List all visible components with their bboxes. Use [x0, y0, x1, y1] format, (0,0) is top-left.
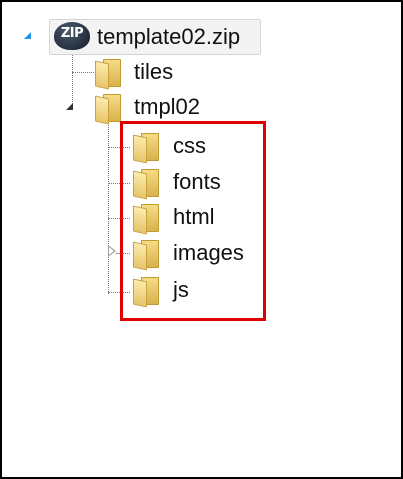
tree-connector — [72, 72, 94, 73]
collapse-arrow-icon[interactable] — [66, 103, 73, 110]
tree-item-tiles[interactable]: tiles — [134, 59, 173, 85]
tree-item-tmpl02[interactable]: tmpl02 — [134, 94, 200, 120]
folder-icon — [94, 57, 121, 90]
folder-icon — [94, 92, 121, 125]
tree-item-label-root[interactable]: template02.zip — [97, 24, 240, 50]
tree-connector — [72, 52, 73, 104]
highlight-box — [120, 121, 266, 321]
explorer-panel: ZIP template02.zip tiles tmpl02 css font… — [0, 0, 403, 479]
folder-tree: ZIP template02.zip tiles tmpl02 css font… — [2, 2, 401, 477]
collapse-arrow-icon[interactable] — [24, 32, 31, 39]
zip-archive-icon: ZIP — [54, 22, 90, 50]
expand-arrow-icon[interactable] — [108, 245, 116, 257]
